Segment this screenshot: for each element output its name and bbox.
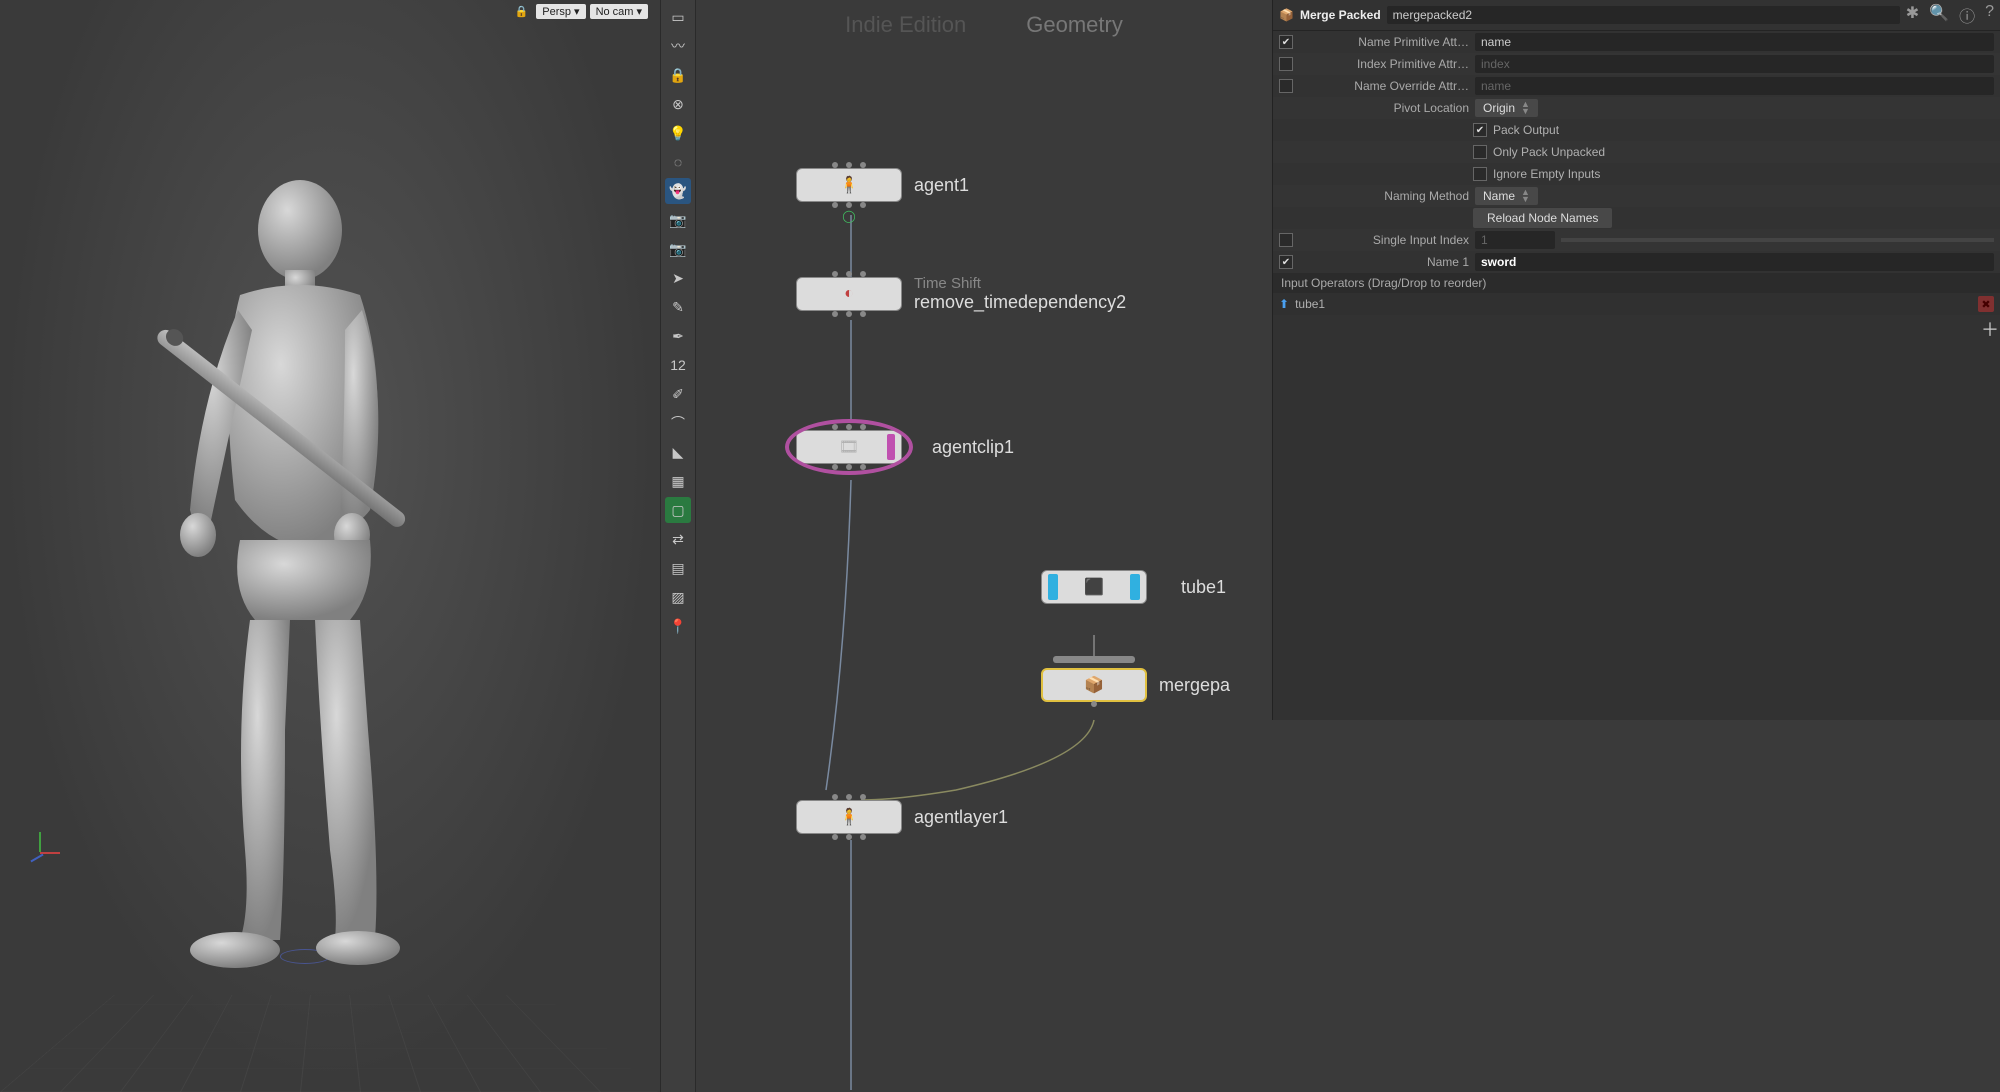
input-op-name: tube1 [1295, 297, 1325, 311]
pin-icon[interactable]: 📍 [665, 613, 691, 639]
checker-icon[interactable]: ▦ [665, 468, 691, 494]
help-icon[interactable]: ? [1985, 3, 1994, 27]
reload-node-names-button[interactable]: Reload Node Names [1473, 208, 1612, 228]
lock-icon[interactable]: 🔒 [515, 5, 529, 18]
tube-icon: ⬛ [1084, 577, 1104, 597]
name-prim-attr-checkbox[interactable]: ✔ [1279, 35, 1293, 49]
name-override-field[interactable]: name [1475, 77, 1994, 95]
image-icon[interactable]: ▤ [665, 555, 691, 581]
axis-gizmo [20, 832, 60, 872]
viewport-toolbar: ▭ 〰 🔒 ⊗ 💡 ◌ 👻 📷 📷 ➤ ✎ ✒ 12 ✐ ⌒ ◣ ▦ ▢ ⇄ ▤ ▨ 📍 [660, 0, 696, 1092]
pack-output-label: Pack Output [1493, 123, 1559, 137]
network-pane[interactable]: Indie Edition Geometry 🧍 ◯ agent1 ◐ Time… [696, 0, 1272, 1092]
pen-icon[interactable]: ✒ [665, 323, 691, 349]
only-pack-unpacked-checkbox[interactable] [1473, 145, 1487, 159]
pivot-location-dropdown[interactable]: Origin ▲▼ [1475, 99, 1538, 117]
empty-pane [1272, 720, 2000, 1092]
node-timeshift[interactable]: ◐ Time Shift remove_timedependency2 [796, 275, 1126, 313]
naming-method-dropdown[interactable]: Name ▲▼ [1475, 187, 1538, 205]
node-label: agentclip1 [932, 437, 1014, 458]
timeshift-icon: ◐ [844, 285, 854, 303]
viewport-pane[interactable]: 🔒 Persp▾ No cam▾ [0, 0, 658, 1092]
name-override-label: Name Override Attr… [1299, 79, 1469, 93]
info-icon[interactable]: ⓘ [1959, 3, 1975, 27]
single-input-index-checkbox[interactable] [1279, 233, 1293, 247]
pack-output-checkbox[interactable]: ✔ [1473, 123, 1487, 137]
input-arrow-icon: ⬆ [1279, 297, 1289, 311]
node-label: agent1 [914, 175, 969, 196]
context-label: Geometry [1026, 12, 1123, 38]
ignore-empty-checkbox[interactable] [1473, 167, 1487, 181]
bulb-on-icon[interactable]: 💡 [665, 120, 691, 146]
camera-persp-tag[interactable]: Persp▾ [536, 4, 585, 19]
camera-icon[interactable]: 📷 [665, 207, 691, 233]
camera-lock-icon[interactable]: 📷 [665, 236, 691, 262]
node-label: agentlayer1 [914, 807, 1008, 828]
node-label: mergepa [1159, 675, 1230, 696]
floor-grid [0, 995, 658, 1092]
parameter-pane: 📦 Merge Packed mergepacked2 ✱ 🔍 ⓘ ? ✔ Na… [1272, 0, 2000, 720]
select-icon[interactable]: ▭ [665, 4, 691, 30]
node-mergepacked[interactable]: 📦 mergepa [1041, 668, 1230, 702]
node-agentclip1[interactable]: 🎞 agentclip1 [796, 430, 1014, 464]
link-icon[interactable]: ⇄ [665, 526, 691, 552]
agentlayer-icon: 🧍 [839, 807, 859, 827]
index-prim-attr-field[interactable]: index [1475, 55, 1994, 73]
curve-icon[interactable]: ⌒ [665, 410, 691, 436]
render-icon[interactable]: ▨ [665, 584, 691, 610]
agent-icon: 🧍 [839, 175, 859, 195]
sphere-icon[interactable]: ⊗ [665, 91, 691, 117]
cooked-icon: ◯ [842, 209, 855, 223]
ignore-empty-label: Ignore Empty Inputs [1493, 167, 1600, 181]
name-prim-attr-label: Name Primitive Att… [1299, 35, 1469, 49]
pivot-location-label: Pivot Location [1299, 101, 1469, 115]
measure-icon[interactable]: 12 [665, 352, 691, 378]
node-wires [696, 0, 1272, 1092]
node-label: tube1 [1181, 577, 1226, 598]
node-agent1[interactable]: 🧍 ◯ agent1 [796, 168, 969, 202]
camera-nocam-tag[interactable]: No cam▾ [590, 4, 648, 19]
box-icon[interactable]: ▢ [665, 497, 691, 523]
brush-icon[interactable]: ✎ [665, 294, 691, 320]
merge-icon: 📦 [1279, 8, 1294, 22]
bulb-off-icon[interactable]: ◌ [665, 149, 691, 175]
sweep-icon[interactable]: ✐ [665, 381, 691, 407]
gear-icon[interactable]: ✱ [1906, 3, 1919, 27]
node-type-label: Merge Packed [1300, 8, 1381, 22]
name1-field[interactable]: sword [1475, 253, 1994, 271]
name1-checkbox[interactable]: ✔ [1279, 255, 1293, 269]
naming-method-label: Naming Method [1299, 189, 1469, 203]
delete-input-button[interactable]: ✖ [1978, 296, 1994, 312]
edition-label: Indie Edition [845, 12, 966, 38]
merge-icon: 📦 [1084, 675, 1104, 695]
name-prim-attr-field[interactable]: name [1475, 33, 1994, 51]
input-operators-header: Input Operators (Drag/Drop to reorder) [1273, 273, 2000, 293]
node-name-field[interactable]: mergepacked2 [1387, 6, 1900, 24]
single-input-index-label: Single Input Index [1299, 233, 1469, 247]
node-agentlayer1[interactable]: 🧍 agentlayer1 [796, 800, 1008, 834]
only-pack-unpacked-label: Only Pack Unpacked [1493, 145, 1605, 159]
agentclip-icon: 🎞 [839, 437, 859, 457]
lasso-icon[interactable]: 〰 [665, 33, 691, 59]
params-header: 📦 Merge Packed mergepacked2 ✱ 🔍 ⓘ ? [1273, 0, 2000, 31]
index-prim-attr-label: Index Primitive Attr… [1299, 57, 1469, 71]
input-op-row[interactable]: ⬆ tube1 ✖ [1273, 293, 2000, 315]
node-sublabel: Time Shift [914, 275, 1126, 292]
character-mesh [120, 170, 460, 990]
lock-icon[interactable]: 🔒 [665, 62, 691, 88]
ghost-icon[interactable]: 👻 [665, 178, 691, 204]
node-tube1[interactable]: ⬛ tube1 [1041, 570, 1226, 604]
name1-label: Name 1 [1299, 255, 1469, 269]
add-multiparm-button[interactable]: ＋ [1980, 316, 2000, 336]
search-icon[interactable]: 🔍 [1929, 3, 1949, 27]
single-input-index-field[interactable]: 1 [1475, 231, 1555, 249]
index-prim-attr-checkbox[interactable] [1279, 57, 1293, 71]
single-input-index-slider[interactable] [1561, 238, 1994, 242]
name-override-checkbox[interactable] [1279, 79, 1293, 93]
node-label: remove_timedependency2 [914, 292, 1126, 313]
arrow-icon[interactable]: ➤ [665, 265, 691, 291]
tag-icon[interactable]: ◣ [665, 439, 691, 465]
